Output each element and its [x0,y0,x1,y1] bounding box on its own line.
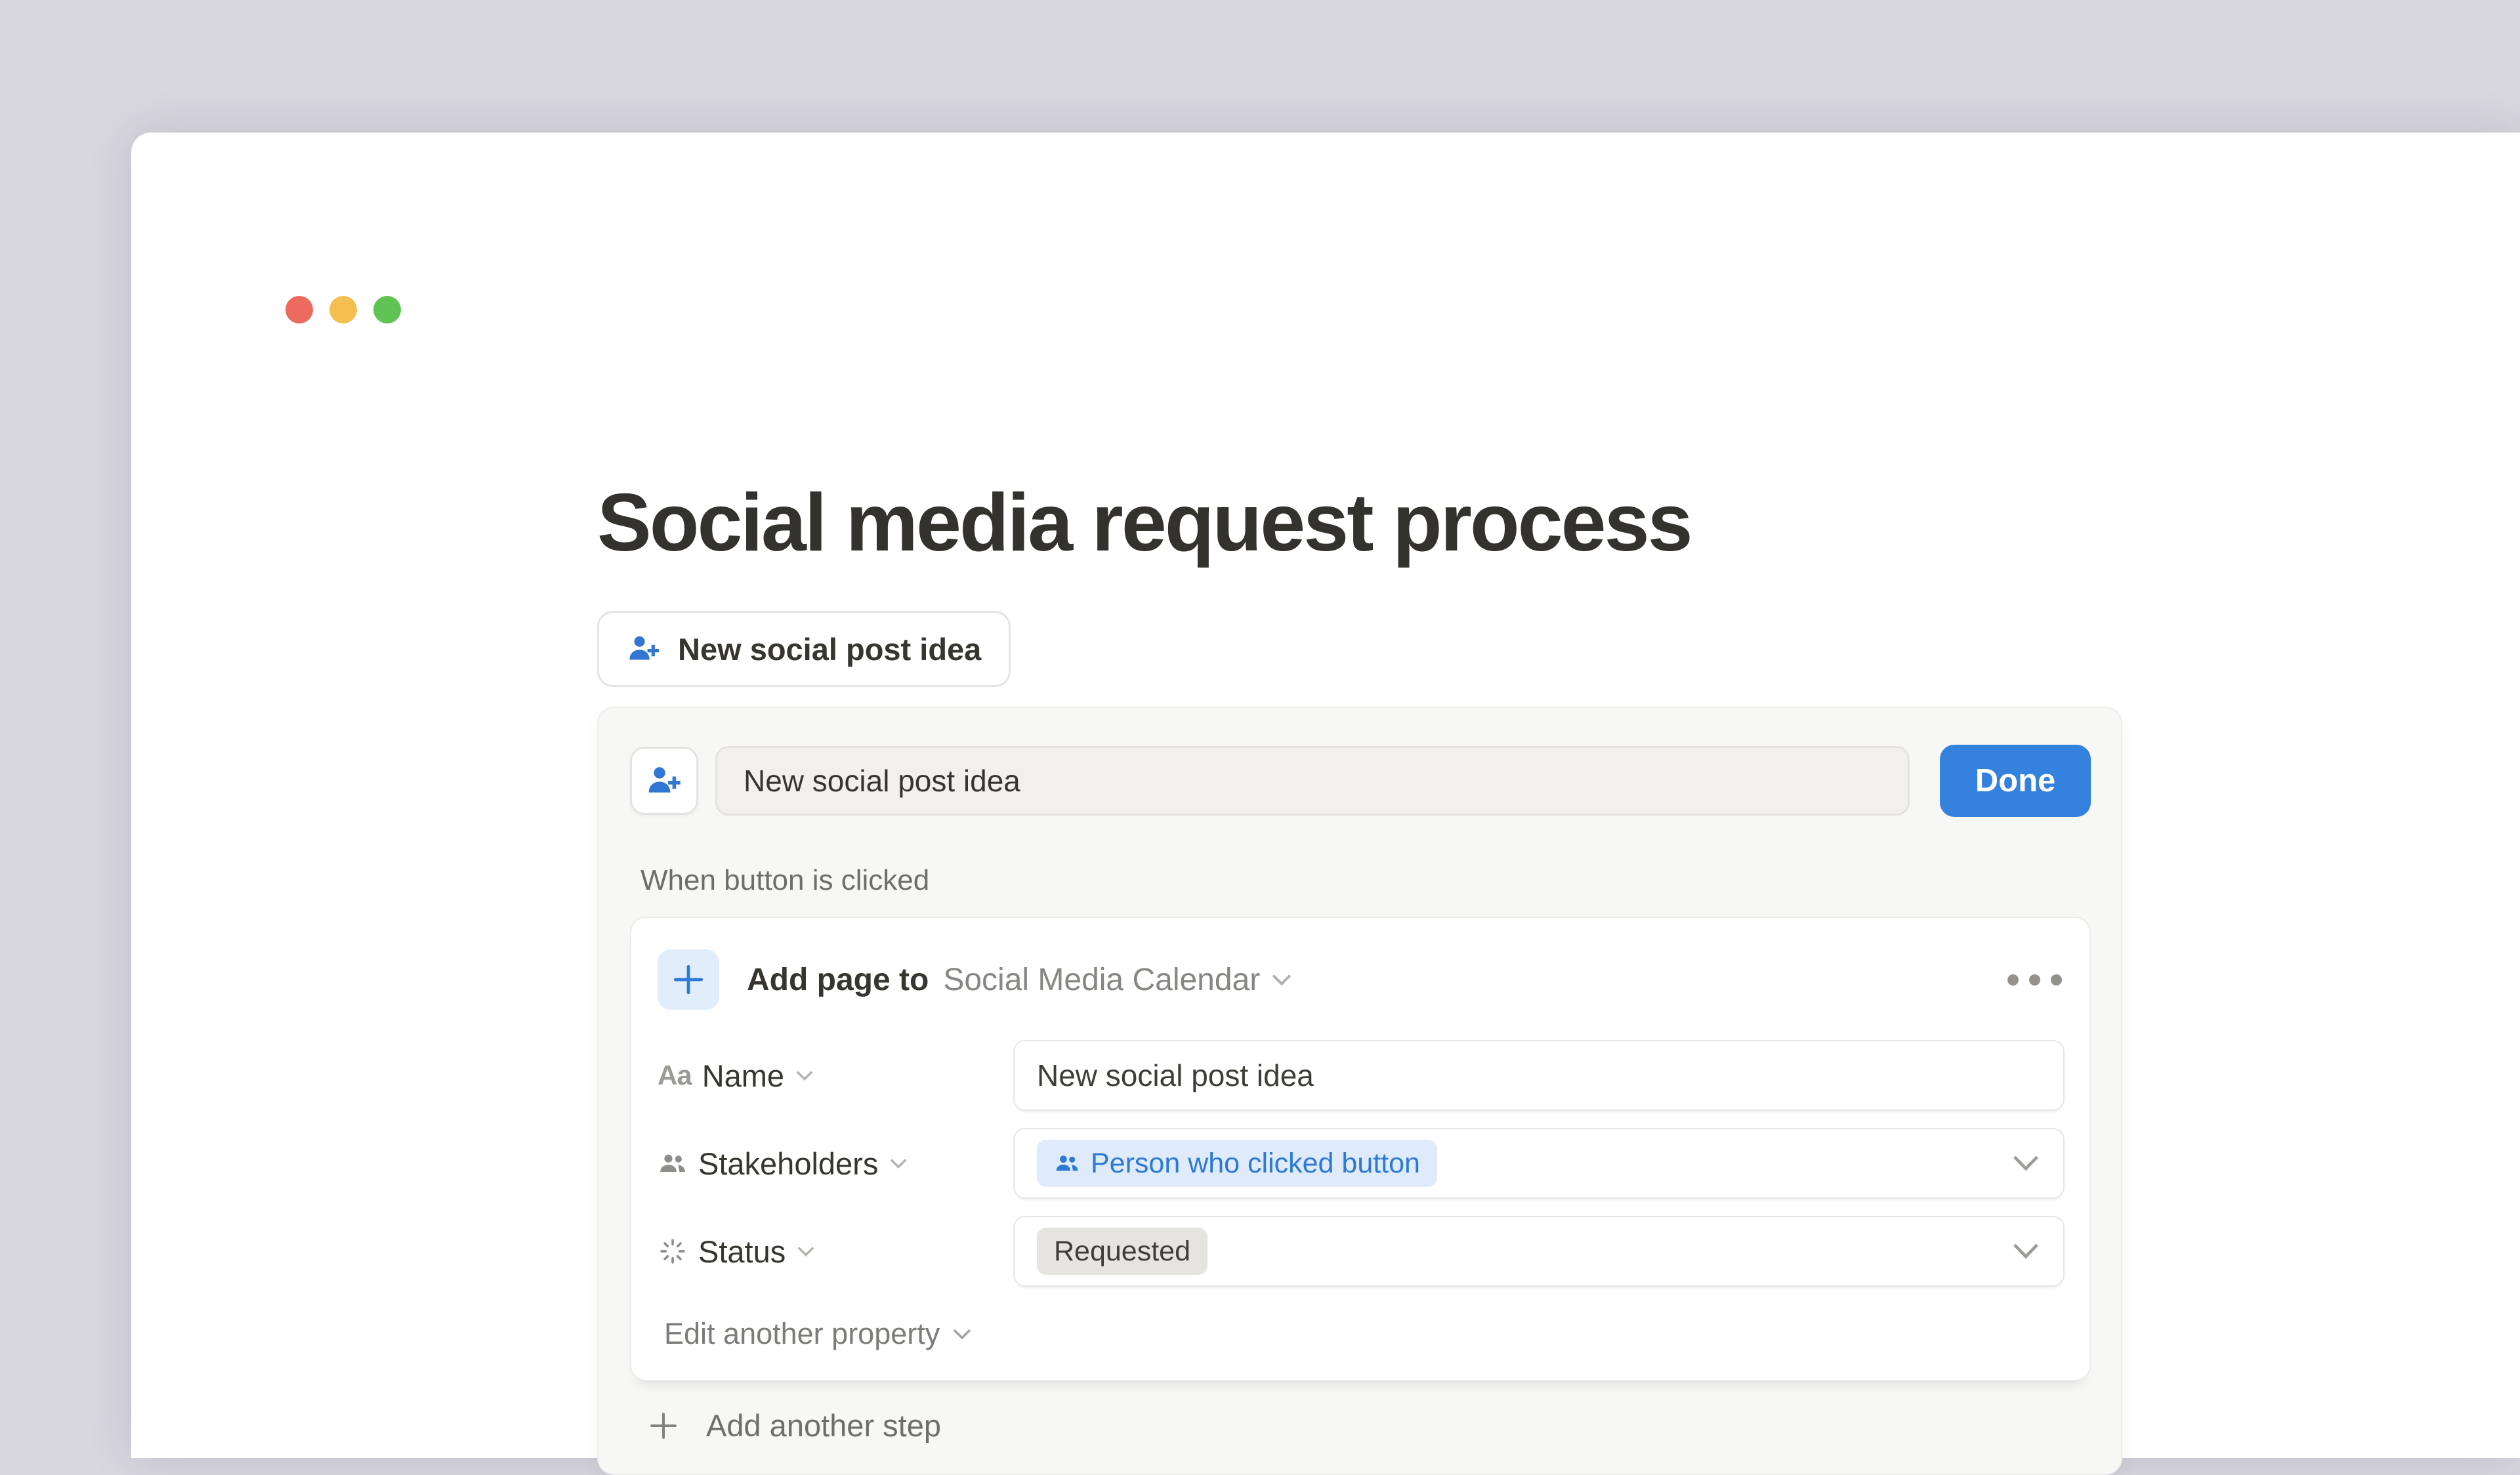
chevron-down-icon [1270,972,1293,987]
property-selector-status[interactable]: Status [658,1234,1013,1270]
property-row-name: Aa Name [658,1040,2065,1111]
status-chip: Requested [1037,1228,1208,1275]
add-page-icon [658,949,719,1010]
property-label: Name [702,1058,784,1094]
page-title: Social media request process [597,472,2120,574]
target-database-select[interactable]: Social Media Calendar [943,962,1293,998]
status-value-field[interactable]: Requested [1013,1216,2065,1287]
property-row-stakeholders: Stakeholders [658,1128,2065,1199]
person-chip: Person who clicked button [1037,1140,1437,1187]
status-chip-label: Requested [1054,1236,1190,1268]
name-value-input[interactable] [1037,1058,2041,1093]
person-add-icon [646,762,682,799]
edit-another-property-button[interactable]: Edit another property [664,1317,973,1351]
close-button[interactable] [285,296,313,323]
button-editor-panel: Done When button is clicked Add page to … [597,707,2122,1475]
page-content: Social media request process New social … [597,472,2120,1475]
minimize-button[interactable] [329,296,357,323]
status-property-icon [658,1236,688,1266]
chevron-down-icon [2011,1153,2041,1173]
chevron-down-icon [2011,1241,2041,1261]
new-social-post-idea-button[interactable]: New social post idea [597,611,1011,687]
edit-another-property-label: Edit another property [664,1317,940,1351]
people-property-icon [658,1148,688,1178]
property-selector-stakeholders[interactable]: Stakeholders [658,1146,1013,1182]
plus-icon [647,1409,680,1442]
step-action-row: Add page to Social Media Calendar [658,949,2065,1010]
step-action-label: Add page to [747,962,929,998]
chevron-down-icon [796,1244,816,1258]
chevron-down-icon [889,1156,908,1171]
chevron-down-icon [795,1068,814,1083]
name-value-field [1013,1040,2065,1111]
property-label: Stakeholders [698,1146,878,1182]
window-controls [285,296,401,323]
app-window: Social media request process New social … [131,133,2520,1458]
target-database-name: Social Media Calendar [943,962,1260,998]
step-menu-button[interactable] [2005,968,2065,992]
person-chip-label: Person who clicked button [1091,1148,1420,1180]
add-page-step-card: Add page to Social Media Calendar Aa Nam… [630,917,2091,1381]
button-editor-header: Done [630,745,2091,817]
zoom-button[interactable] [373,296,401,323]
property-selector-name[interactable]: Aa Name [658,1058,1013,1094]
people-icon [1054,1150,1080,1176]
person-add-icon [627,632,661,666]
chevron-down-icon [952,1327,973,1341]
button-name-input[interactable] [715,746,1910,816]
done-button[interactable]: Done [1940,745,2091,817]
text-property-icon: Aa [658,1060,692,1091]
add-another-step-button[interactable]: Add another step [647,1407,941,1444]
property-label: Status [698,1234,786,1270]
add-another-step-label: Add another step [706,1407,941,1444]
button-icon-picker[interactable] [630,747,698,815]
trigger-caption: When button is clicked [640,864,2091,897]
property-row-status: Status Requested [658,1216,2065,1287]
trigger-button-label: New social post idea [678,631,981,667]
stakeholders-value-field[interactable]: Person who clicked button [1013,1128,2065,1199]
